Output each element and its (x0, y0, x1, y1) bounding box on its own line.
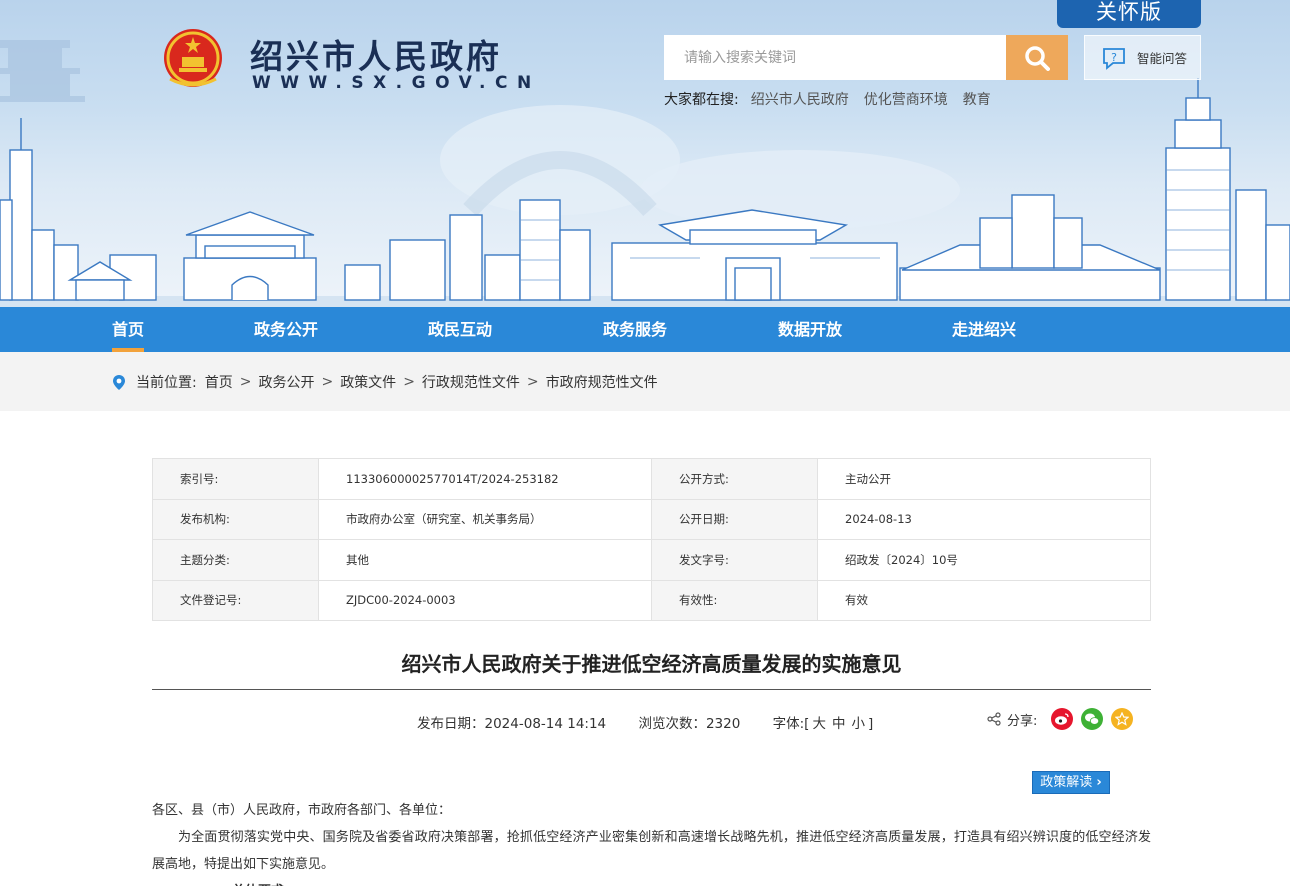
breadcrumb-link[interactable]: 首页 (205, 372, 233, 392)
table-row: 主题分类: 其他 发文字号: 绍政发〔2024〕10号 (152, 539, 1151, 581)
search-icon (1025, 45, 1050, 71)
breadcrumb-label: 当前位置: (136, 375, 197, 391)
nav-item-gov-affairs[interactable]: 政务公开 (254, 307, 318, 352)
share-bar: 分享: (987, 708, 1134, 730)
info-value: 市政府办公室（研究室、机关事务局） (318, 498, 652, 540)
hot-search-link[interactable]: 教育 (963, 89, 991, 109)
info-key: 有效性: (651, 579, 818, 621)
ai-qa-button[interactable]: ? 智能问答 (1084, 35, 1201, 80)
article-meta: 发布日期：2024-08-14 14:14 浏览次数：2320 字体:[大中小] (417, 712, 901, 732)
wechat-share-button[interactable] (1081, 708, 1104, 730)
body-paragraph: 为全面贯彻落实党中央、国务院及省委省政府决策部署，抢抓低空经济产业密集创新和高速… (152, 830, 1151, 872)
nav-item-services[interactable]: 政务服务 (603, 307, 667, 352)
header-banner: 关怀版 绍兴市人民政府 WWW.SX.GOV.CN ? 智能问答 大家都在搜: … (0, 0, 1290, 307)
nav-item-interaction[interactable]: 政民互动 (428, 307, 492, 352)
site-title: 绍兴市人民政府 (250, 37, 502, 76)
star-icon (1115, 712, 1130, 726)
share-icon (987, 712, 1001, 726)
info-key: 文件登记号: (152, 579, 319, 621)
info-value: 其他 (318, 539, 652, 581)
info-key: 发文字号: (651, 539, 818, 581)
favorite-button[interactable] (1111, 708, 1134, 730)
table-row: 索引号: 11330600002577014T/2024-253182 公开方式… (152, 458, 1151, 500)
nav-item-open-data[interactable]: 数据开放 (778, 307, 842, 352)
document-title: 绍兴市人民政府关于推进低空经济高质量发展的实施意见 (401, 652, 902, 676)
share-label: 分享: (1007, 713, 1038, 729)
breadcrumb-separator: > (239, 374, 252, 390)
wechat-icon (1085, 713, 1100, 725)
salutation: 各区、县（市）人民政府，市政府各部门、各单位： (152, 803, 452, 818)
breadcrumb-bar: 当前位置: 首页 > 政务公开 > 政策文件 > 行政规范性文件 > 市政府规范… (0, 352, 1290, 411)
info-key: 公开日期: (651, 498, 818, 540)
search-input[interactable] (664, 35, 1006, 80)
info-value: 11330600002577014T/2024-253182 (318, 458, 652, 500)
policy-interpretation-button[interactable]: 政策解读 › (1032, 771, 1110, 794)
table-row: 发布机构: 市政府办公室（研究室、机关事务局） 公开日期: 2024-08-13 (152, 498, 1151, 540)
care-version-button[interactable]: 关怀版 (1057, 0, 1201, 28)
font-size-switcher: 字体:[大中小] (773, 716, 874, 732)
info-value: 有效 (817, 579, 1151, 621)
publish-date: 发布日期：2024-08-14 14:14 (417, 716, 607, 732)
hot-search: 大家都在搜: 绍兴市人民政府 优化营商环境 教育 (664, 89, 1006, 109)
nav-item-about-shaoxing[interactable]: 走进绍兴 (952, 307, 1016, 352)
search-button[interactable] (1006, 35, 1068, 80)
location-pin-icon (113, 374, 125, 390)
breadcrumb: 当前位置: 首页 > 政务公开 > 政策文件 > 行政规范性文件 > 市政府规范… (112, 372, 658, 392)
site-url: WWW.SX.GOV.CN (252, 73, 541, 93)
breadcrumb-separator: > (321, 374, 334, 390)
breadcrumb-link[interactable]: 政策文件 (340, 372, 396, 392)
national-emblem-icon (164, 29, 222, 87)
table-row: 文件登记号: ZJDC00-2024-0003 有效性: 有效 (152, 579, 1151, 621)
info-value: 绍政发〔2024〕10号 (817, 539, 1151, 581)
info-key: 索引号: (152, 458, 319, 500)
breadcrumb-separator: > (403, 374, 415, 390)
info-value: 主动公开 (817, 458, 1151, 500)
nav-item-home[interactable]: 首页 (112, 307, 145, 352)
font-small-button[interactable]: 小 (851, 716, 865, 732)
weibo-share-button[interactable] (1051, 708, 1074, 730)
document-info-table: 索引号: 11330600002577014T/2024-253182 公开方式… (152, 458, 1151, 621)
policy-interpretation-label: 政策解读 (1040, 775, 1093, 790)
chat-question-icon: ? (1103, 47, 1125, 70)
font-size-close: ] (867, 716, 874, 732)
info-value: 2024-08-13 (817, 498, 1151, 540)
ai-qa-label: 智能问答 (1137, 51, 1188, 66)
font-size-label: 字体:[ (772, 716, 810, 732)
section-heading: 一、总体要求 (152, 878, 1151, 886)
hot-search-link[interactable]: 优化营商环境 (864, 89, 948, 109)
article-body: 各区、县（市）人民政府，市政府各部门、各单位： 为全面贯彻落实党中央、国务院及省… (152, 797, 1151, 886)
breadcrumb-link[interactable]: 行政规范性文件 (422, 372, 520, 392)
weibo-icon (1055, 713, 1070, 725)
main-nav: 首页 政务公开 政民互动 政务服务 数据开放 走进绍兴 (0, 307, 1290, 352)
info-key: 公开方式: (651, 458, 818, 500)
info-key: 发布机构: (152, 498, 319, 540)
font-medium-button[interactable]: 中 (832, 716, 846, 732)
info-key: 主题分类: (152, 539, 319, 581)
breadcrumb-separator: > (526, 374, 539, 390)
view-count: 浏览次数：2320 (638, 716, 741, 732)
svg-text:?: ? (1111, 51, 1117, 64)
chevron-right-icon: › (1096, 775, 1102, 790)
breadcrumb-link[interactable]: 政务公开 (258, 372, 314, 392)
info-value: ZJDC00-2024-0003 (318, 579, 652, 621)
hot-search-link[interactable]: 绍兴市人民政府 (751, 89, 849, 109)
font-large-button[interactable]: 大 (812, 716, 826, 732)
hot-search-label: 大家都在搜: (664, 92, 739, 108)
breadcrumb-link[interactable]: 市政府规范性文件 (546, 372, 658, 392)
title-divider (152, 689, 1151, 690)
